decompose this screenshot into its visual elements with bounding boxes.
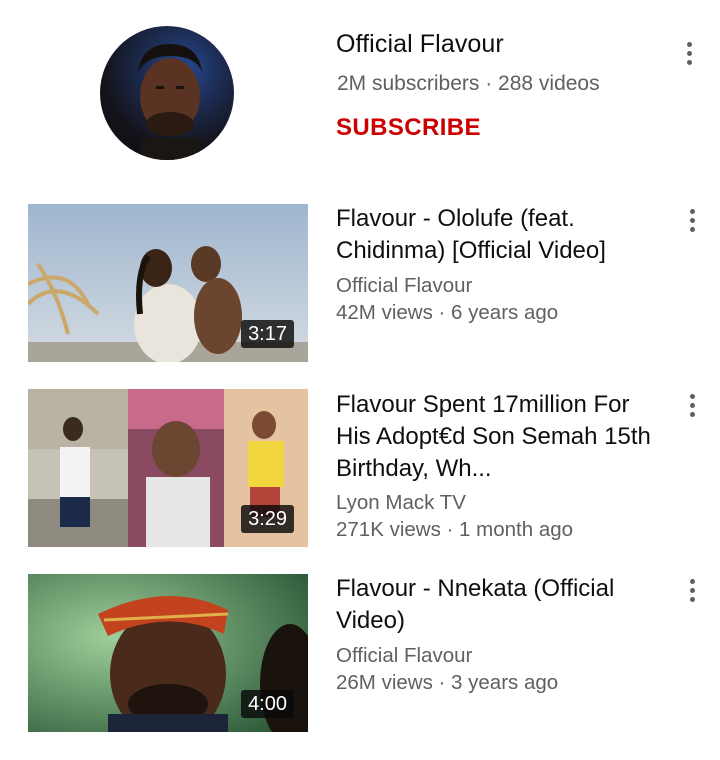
video-title[interactable]: Flavour - Nnekata (Official Video) xyxy=(336,573,666,637)
video-thumbnail[interactable]: 3:29 xyxy=(28,389,308,547)
video-thumbnail[interactable]: 3:17 xyxy=(28,204,308,362)
video-duration: 3:17 xyxy=(241,320,294,348)
video-thumbnail[interactable]: 4:00 xyxy=(28,574,308,732)
video-channel[interactable]: Official Flavour xyxy=(336,644,472,668)
video-duration: 3:29 xyxy=(241,505,294,533)
channel-avatar[interactable] xyxy=(100,26,234,160)
video-channel[interactable]: Official Flavour xyxy=(336,274,472,298)
video-title[interactable]: Flavour Spent 17million For His Adopt€d … xyxy=(336,389,666,485)
subscribe-button[interactable]: SUBSCRIBE xyxy=(336,114,481,142)
channel-stats: 2M subscribers · 288 videos xyxy=(337,72,600,95)
video-meta: 271K views · 1 month ago xyxy=(336,518,574,541)
video-meta: 26M views · 3 years ago xyxy=(336,671,559,694)
video-meta: 42M views · 6 years ago xyxy=(336,301,559,324)
video-title[interactable]: Flavour - Ololufe (feat. Chidinma) [Offi… xyxy=(336,203,666,267)
more-vert-icon[interactable] xyxy=(681,573,703,607)
video-channel[interactable]: Lyon Mack TV xyxy=(336,491,466,515)
more-vert-icon[interactable] xyxy=(678,36,700,70)
more-vert-icon[interactable] xyxy=(681,203,703,237)
channel-name[interactable]: Official Flavour xyxy=(336,30,504,59)
more-vert-icon[interactable] xyxy=(681,388,703,422)
video-duration: 4:00 xyxy=(241,690,294,718)
